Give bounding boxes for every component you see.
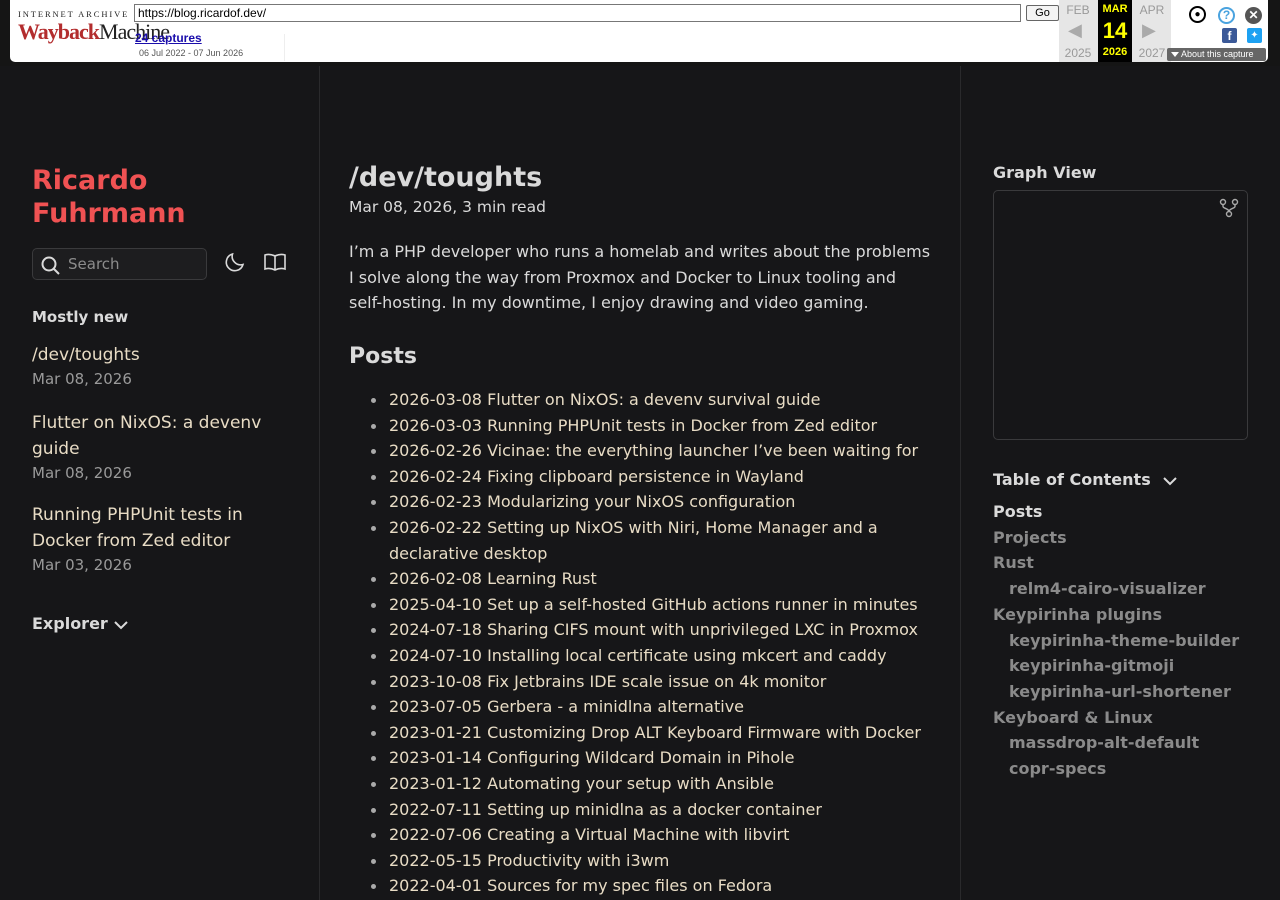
- post-link[interactable]: 2025-04-10 Set up a self-hosted GitHub a…: [349, 592, 939, 618]
- meta-separator: ,: [452, 198, 463, 216]
- toc-heading: Table of Contents: [993, 470, 1151, 489]
- right-sidebar: Graph View Table of Contents Posts Proje…: [960, 66, 1280, 900]
- wayback-logo-top: INTERNET ARCHIVE: [18, 9, 130, 19]
- page-date: Mar 08, 2026: [349, 198, 453, 216]
- wayback-captures-link[interactable]: 24 captures: [135, 31, 202, 45]
- graph-view-heading: Graph View: [993, 163, 1097, 182]
- toc-subitem[interactable]: copr-specs: [993, 756, 1253, 782]
- post-link[interactable]: 2026-02-26 Vicinae: the everything launc…: [349, 438, 939, 464]
- wayback-next-month: APR: [1139, 3, 1165, 17]
- read-time: 3 min read: [462, 198, 546, 216]
- toc-item[interactable]: Keyboard & Linux: [993, 705, 1253, 731]
- left-sidebar: Ricardo Fuhrmann Search Mostly new /dev/…: [0, 66, 320, 900]
- post-link[interactable]: 2026-03-08 Flutter on NixOS: a devenv su…: [349, 387, 939, 413]
- wayback-logo[interactable]: INTERNET ARCHIVE WaybackMachine: [18, 9, 170, 51]
- post-link[interactable]: 2023-01-14 Configuring Wildcard Domain i…: [349, 745, 939, 771]
- wayback-url-input[interactable]: https://blog.ricardof.dev/: [134, 4, 1021, 22]
- wayback-prev-month: FEB: [1066, 3, 1090, 17]
- chevron-down-icon: [114, 620, 128, 629]
- wayback-calendar: FEB ◀ 2025 MAR 14 2026 APR ▶ 2027: [1059, 0, 1171, 62]
- toc-toggle[interactable]: Table of Contents: [993, 470, 1177, 489]
- post-link[interactable]: 2026-02-22 Setting up NixOS with Niri, H…: [349, 515, 939, 566]
- wayback-panel: INTERNET ARCHIVE WaybackMachine https://…: [10, 0, 1268, 62]
- wayback-prev-year: 2025: [1064, 46, 1092, 60]
- toc-subitem[interactable]: massdrop-alt-default: [993, 730, 1253, 756]
- wayback-current-capture: MAR 14 2026: [1098, 0, 1132, 62]
- post-link[interactable]: 2023-01-21 Customizing Drop ALT Keyboard…: [349, 720, 939, 746]
- chevron-down-icon: [1163, 476, 1177, 485]
- toc-subitem[interactable]: relm4-cairo-visualizer: [993, 576, 1253, 602]
- post-link[interactable]: 2024-07-10 Installing local certificate …: [349, 643, 939, 669]
- prev-arrow-icon[interactable]: ◀: [1068, 20, 1082, 41]
- post-link[interactable]: 2022-04-01 Sources for my spec files on …: [349, 873, 939, 899]
- wayback-sparkline[interactable]: [284, 34, 1059, 61]
- wayback-next-year: 2027: [1138, 46, 1166, 60]
- recent-item[interactable]: Running PHPUnit tests in Docker from Zed…: [32, 502, 292, 576]
- toc-item[interactable]: Projects: [993, 525, 1253, 551]
- post-link[interactable]: 2023-10-08 Fix Jetbrains IDE scale issue…: [349, 669, 939, 695]
- close-icon[interactable]: ✕: [1245, 7, 1262, 24]
- toc-subitem[interactable]: keypirinha-url-shortener: [993, 679, 1253, 705]
- wayback-logo-wordmark: WaybackMachine: [18, 19, 170, 45]
- post-link[interactable]: 2026-02-23 Modularizing your NixOS confi…: [349, 489, 939, 515]
- wayback-next-capture[interactable]: APR ▶ 2027: [1133, 0, 1171, 62]
- posts-list: 2026-03-08 Flutter on NixOS: a devenv su…: [349, 387, 939, 899]
- toc-subitem[interactable]: keypirinha-gitmoji: [993, 653, 1253, 679]
- reader-mode-icon[interactable]: [263, 250, 287, 274]
- recent-heading: Mostly new: [32, 308, 129, 326]
- wayback-cur-year: 2026: [1102, 46, 1128, 58]
- post-link[interactable]: 2023-01-12 Automating your setup with An…: [349, 771, 939, 797]
- post-link[interactable]: 2022-07-06 Creating a Virtual Machine wi…: [349, 822, 939, 848]
- page-title: /dev/toughts: [349, 162, 543, 193]
- recent-item[interactable]: Flutter on NixOS: a devenv guide Mar 08,…: [32, 410, 292, 484]
- page-meta: Mar 08, 2026, 3 min read: [349, 198, 546, 216]
- recent-item-title[interactable]: /dev/toughts: [32, 342, 292, 368]
- intro-paragraph: I’m a PHP developer who runs a homelab a…: [349, 242, 931, 312]
- toc-item[interactable]: Posts: [993, 499, 1253, 525]
- global-graph-icon[interactable]: [1219, 198, 1239, 218]
- recent-item-date: Mar 08, 2026: [32, 370, 132, 388]
- toc-item[interactable]: Keypirinha plugins: [993, 602, 1253, 628]
- graph-view[interactable]: [993, 190, 1248, 440]
- next-arrow-icon[interactable]: ▶: [1142, 20, 1156, 41]
- wayback-capture-range: 06 Jul 2022 - 07 Jun 2026: [139, 48, 244, 58]
- search-box[interactable]: Search: [32, 248, 207, 280]
- explorer-toggle[interactable]: Explorer: [32, 614, 128, 633]
- recent-item-title[interactable]: Flutter on NixOS: a devenv guide: [32, 410, 292, 462]
- site-title[interactable]: Ricardo Fuhrmann: [32, 164, 292, 230]
- dark-mode-toggle-icon[interactable]: [223, 250, 247, 274]
- recent-item[interactable]: /dev/toughts Mar 08, 2026: [32, 342, 292, 390]
- post-link[interactable]: 2022-05-15 Productivity with i3wm: [349, 848, 939, 874]
- posts-heading: Posts: [349, 344, 417, 369]
- help-icon[interactable]: ?: [1218, 7, 1235, 24]
- toc-item[interactable]: Rust: [993, 550, 1253, 576]
- post-link[interactable]: 2024-07-18 Sharing CIFS mount with unpri…: [349, 617, 939, 643]
- post-link[interactable]: 2026-02-24 Fixing clipboard persistence …: [349, 464, 939, 490]
- twitter-icon[interactable]: ✦: [1247, 28, 1262, 43]
- post-link[interactable]: 2023-07-05 Gerbera - a minidlna alternat…: [349, 694, 939, 720]
- wayback-toolbar: INTERNET ARCHIVE WaybackMachine https://…: [0, 0, 1280, 66]
- wayback-cur-month: MAR: [1102, 3, 1128, 15]
- recent-item-date: Mar 08, 2026: [32, 464, 132, 482]
- wayback-go-button[interactable]: Go: [1026, 5, 1059, 21]
- wayback-prev-capture[interactable]: FEB ◀ 2025: [1059, 0, 1097, 62]
- post-link[interactable]: 2022-07-11 Setting up minidlna as a dock…: [349, 797, 939, 823]
- post-link[interactable]: 2026-03-03 Running PHPUnit tests in Dock…: [349, 413, 939, 439]
- toc-subitem[interactable]: keypirinha-theme-builder: [993, 628, 1253, 654]
- wayback-cur-day: 14: [1102, 18, 1128, 43]
- toc-list: Posts Projects Rust relm4-cairo-visualiz…: [993, 499, 1253, 782]
- wayback-logo-part-a: Wayback: [18, 19, 100, 44]
- explorer-label: Explorer: [32, 614, 108, 633]
- recent-item-date: Mar 03, 2026: [32, 556, 132, 574]
- search-placeholder: Search: [68, 255, 120, 273]
- facebook-icon[interactable]: f: [1222, 28, 1237, 43]
- recent-item-title[interactable]: Running PHPUnit tests in Docker from Zed…: [32, 502, 292, 554]
- post-link[interactable]: 2026-02-08 Learning Rust: [349, 566, 939, 592]
- about-capture-button[interactable]: About this capture: [1167, 48, 1266, 61]
- search-icon: [41, 256, 60, 275]
- user-account-icon[interactable]: ●: [1189, 6, 1206, 23]
